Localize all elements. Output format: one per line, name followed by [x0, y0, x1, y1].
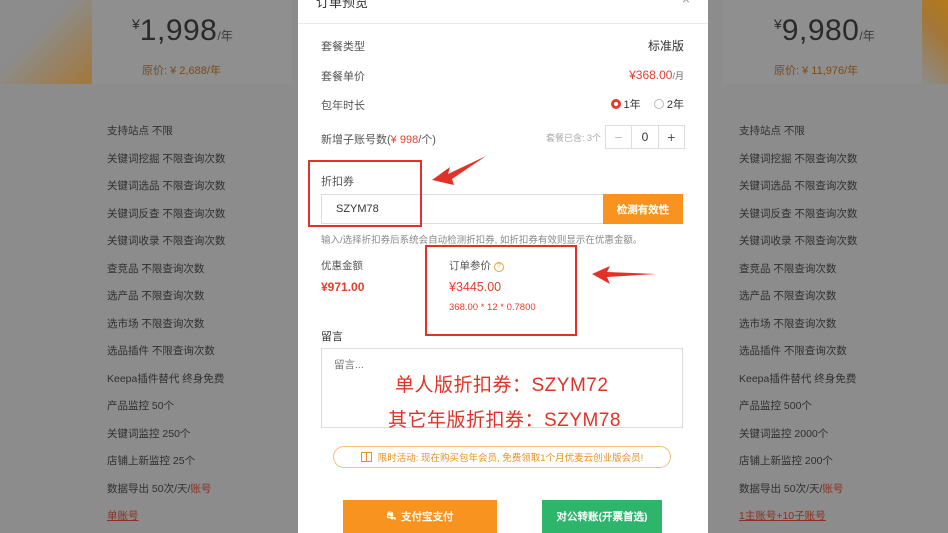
card-price: ¥9,980/年 [774, 14, 875, 48]
annotation-box-coupon [308, 160, 422, 227]
alipay-button[interactable]: ⛐ 支付宝支付 [343, 500, 497, 533]
check-validity-button[interactable]: 检测有效性 [603, 194, 683, 224]
radio-icon [653, 99, 664, 110]
account-link[interactable]: 单账号 [107, 503, 225, 531]
feature-item: 数据导出 50次/天/账号 [739, 476, 857, 504]
unit-price-label: 套餐单价 [321, 71, 365, 83]
duration-label: 包年时长 [321, 100, 365, 112]
feature-item: 关键词选品 不限查询次数 [107, 180, 226, 192]
sub-accounts-label: 新增子账号数(¥ 998/个) [321, 131, 436, 147]
radio-selected-icon [610, 99, 621, 110]
feature-item: 店铺上新监控 200个 [739, 455, 833, 467]
coupon-hint: 输入/选择折扣券后系统会自动检测折扣券, 如折扣券有效则显示在优惠金额。 [321, 235, 643, 246]
duration-option-label: 1年 [623, 99, 641, 111]
unit-price-unit: /月 [672, 71, 684, 81]
feature-item: 关键词收录 不限查询次数 [107, 235, 226, 247]
promo-text: 限时活动: 现在购买包年会员, 免费领取1个月优麦云创业版会员! [377, 453, 644, 464]
currency-symbol: ¥ [132, 16, 140, 32]
feature-item: 关键词反查 不限查询次数 [739, 207, 858, 220]
discount-label: 优惠金额 [321, 260, 363, 272]
price-unit: /年 [859, 29, 875, 43]
package-type-label: 套餐类型 [321, 41, 365, 53]
discount-value: ¥971.00 [321, 280, 365, 294]
feature-item: 数据导出 50次/天/账号 [107, 476, 225, 504]
price-value: 1,998 [139, 14, 218, 47]
feature-item: 关键词监控 2000个 [739, 427, 829, 440]
feature-item: Keepa插件替代 终身免费 [107, 372, 225, 385]
included-accounts-note: 套餐已含: 3个 [545, 133, 601, 143]
modal-title: 订单预览 [316, 0, 369, 10]
decrement-button[interactable]: − [606, 126, 633, 148]
close-icon[interactable]: × [682, 0, 690, 7]
card-price: ¥1,998/年 [132, 14, 233, 48]
feature-item: 选产品 不限查询次数 [739, 290, 837, 302]
pricing-card-left: ¥1,998/年 原价: ¥ 2,688/年 支持站点 不限 关键词挖掘 不限查… [0, 0, 298, 533]
feature-item: 关键词收录 不限查询次数 [739, 235, 858, 247]
feature-item: 选品插件 不限查询次数 [739, 345, 847, 357]
original-price: 原价: ¥ 11,976/年 [774, 65, 859, 77]
feature-item: 店铺上新监控 25个 [107, 455, 196, 467]
modal-header: 订单预览 × [298, 0, 708, 24]
stepper-value[interactable]: 0 [632, 126, 657, 148]
feature-item: 关键词监控 250个 [107, 427, 191, 440]
package-type-value: 标准版 [647, 39, 684, 53]
annotation-arrow-coupon [432, 156, 486, 185]
feature-item: 产品监控 500个 [739, 400, 812, 412]
feature-item: 查竞品 不限查询次数 [107, 262, 205, 275]
price-unit: /年 [217, 29, 233, 43]
feature-item: 关键词挖掘 不限查询次数 [107, 152, 226, 165]
unit-price: ¥368.00 [629, 68, 673, 82]
annotation-box-price [425, 245, 577, 336]
duration-option-2y[interactable]: 2年 [653, 99, 684, 111]
alipay-icon: ⛐ [386, 509, 397, 522]
increment-button[interactable]: + [657, 126, 684, 148]
arrow-shape [432, 156, 486, 185]
export-text: 数据导出 50次/天/ [107, 482, 191, 495]
feature-item: Keepa插件替代 终身免费 [739, 372, 857, 385]
card-decoration [922, 0, 948, 84]
gift-icon [360, 452, 372, 462]
feature-item: 查竞品 不限查询次数 [739, 262, 837, 275]
feature-item: 关键词反查 不限查询次数 [107, 207, 226, 220]
original-price: 原价: ¥ 2,688/年 [142, 65, 221, 77]
feature-item: 选市场 不限查询次数 [739, 317, 837, 330]
account-link[interactable]: 1主账号+10子账号 [739, 503, 857, 531]
unit-price-value: ¥368.00/月 [629, 68, 684, 82]
sub-accounts-stepper: − 0 + [605, 125, 685, 149]
feature-list: 支持站点 不限 关键词挖掘 不限查询次数 关键词选品 不限查询次数 关键词反查 … [739, 118, 857, 531]
pricing-card-right: ¥9,980/年 原价: ¥ 11,976/年 支持站点 不限 关键词挖掘 不限… [708, 0, 948, 533]
feature-item: 选产品 不限查询次数 [107, 290, 205, 302]
feature-item: 选品插件 不限查询次数 [107, 345, 215, 357]
sub-accounts-text: 新增子账号数( [321, 134, 391, 146]
feature-item: 产品监控 50个 [107, 400, 175, 412]
duration-option-label: 2年 [666, 99, 684, 111]
sub-accounts-suffix: /个) [418, 134, 436, 146]
arrow-shape [592, 266, 656, 284]
currency-symbol: ¥ [774, 16, 782, 32]
export-suffix: 账号 [190, 482, 212, 495]
feature-item: 支持站点 不限 [107, 125, 173, 137]
price-value: 9,980 [781, 14, 860, 47]
feature-item: 关键词挖掘 不限查询次数 [739, 152, 858, 165]
export-suffix: 账号 [822, 482, 844, 495]
feature-list: 支持站点 不限 关键词挖掘 不限查询次数 关键词选品 不限查询次数 关键词反查 … [107, 118, 225, 531]
alipay-label: 支付宝支付 [401, 511, 454, 523]
duration-options: 1年 2年 [601, 96, 684, 112]
annotation-text-other: 其它年版折扣券：SZYM78 [388, 410, 621, 431]
feature-item: 支持站点 不限 [739, 125, 805, 137]
sub-accounts-price: ¥ 998 [390, 134, 419, 146]
promo-banner: 限时活动: 现在购买包年会员, 免费领取1个月优麦云创业版会员! [333, 446, 671, 468]
annotation-text-single: 单人版折扣券：SZYM72 [395, 375, 609, 396]
duration-option-1y[interactable]: 1年 [610, 99, 641, 111]
export-text: 数据导出 50次/天/ [739, 482, 823, 495]
feature-item: 选市场 不限查询次数 [107, 317, 205, 330]
card-decoration [0, 0, 92, 84]
annotation-arrow-price [592, 266, 656, 284]
bank-transfer-button[interactable]: 对公转账(开票首选) [542, 500, 662, 533]
message-label: 留言 [321, 331, 343, 343]
feature-item: 关键词选品 不限查询次数 [739, 180, 858, 192]
